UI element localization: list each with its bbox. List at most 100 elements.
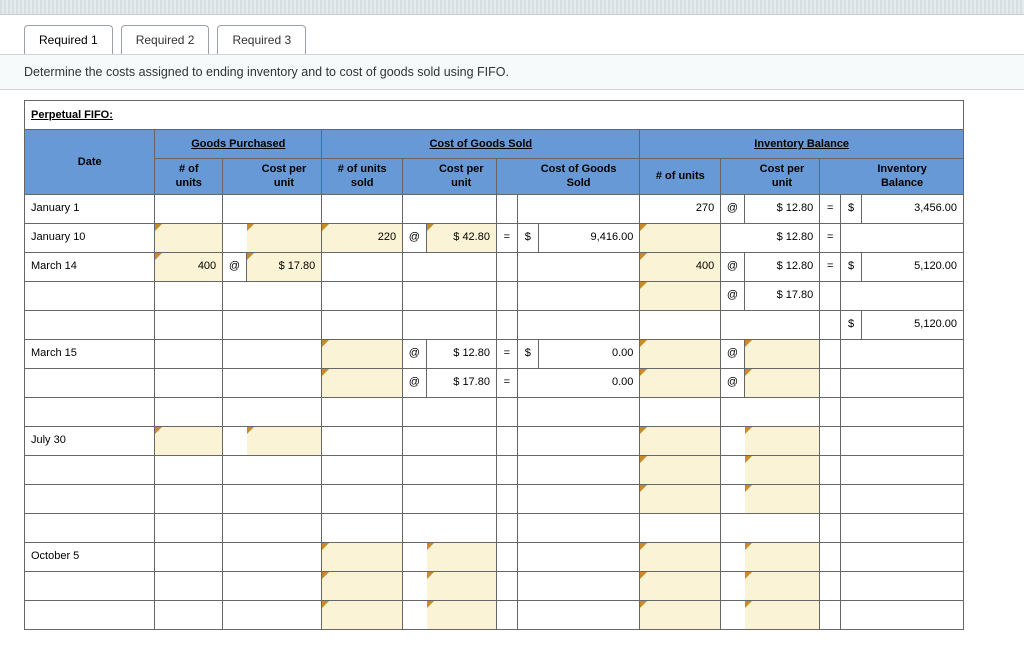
inv-cost-input[interactable] (744, 339, 820, 368)
cogs-cost: $ 12.80 (426, 339, 496, 368)
inv-units-input[interactable] (640, 426, 721, 455)
inv-units-input[interactable] (640, 339, 721, 368)
inv-balance: 5,120.00 (862, 252, 964, 281)
cogs-cost-input[interactable]: $ 42.80 (426, 223, 496, 252)
row-jul30: July 30 (25, 426, 964, 455)
eq-symbol: = (820, 252, 841, 281)
inv-units-input[interactable] (640, 223, 721, 252)
inv-cost: $ 12.80 (744, 194, 820, 223)
inv-cost-input[interactable] (744, 484, 820, 513)
cogs-cost-input[interactable] (426, 571, 496, 600)
gp-units-input[interactable] (155, 426, 223, 455)
tab-required-1[interactable]: Required 1 (24, 25, 113, 54)
cogs-total: 0.00 (538, 339, 640, 368)
head-gp-units: # of units (155, 159, 223, 195)
row-mar14: March 14 400 @ $ 17.80 400 @ $ 12.80 = $… (25, 252, 964, 281)
gp-cost-input[interactable] (246, 223, 322, 252)
head-section-cogs: Cost of Goods Sold (322, 130, 640, 159)
head-cogs-total: Cost of Goods Sold (517, 159, 640, 195)
at-symbol: @ (403, 368, 426, 397)
cogs-units-input[interactable]: 220 (322, 223, 403, 252)
eq-symbol: = (496, 223, 517, 252)
dollar-symbol: $ (517, 339, 538, 368)
row-mar14b: @ $ 17.80 (25, 281, 964, 310)
cogs-total: 0.00 (538, 368, 640, 397)
date-cell: October 5 (25, 542, 155, 571)
row-blank-2 (25, 513, 964, 542)
inv-units-input[interactable] (640, 600, 721, 629)
cogs-units-input[interactable] (322, 542, 403, 571)
at-symbol: @ (721, 194, 744, 223)
tab-required-2[interactable]: Required 2 (121, 25, 210, 54)
head-gp-cost: Cost per unit (246, 159, 322, 195)
eq-symbol: = (820, 223, 841, 252)
eq-symbol: = (496, 368, 517, 397)
cogs-total: 9,416.00 (538, 223, 640, 252)
row-oct5b (25, 571, 964, 600)
dollar-symbol: $ (841, 252, 862, 281)
at-symbol: @ (721, 252, 744, 281)
row-jul30b (25, 455, 964, 484)
inv-units-input[interactable] (640, 281, 721, 310)
gp-units-input[interactable]: 400 (155, 252, 223, 281)
row-jul30c (25, 484, 964, 513)
title-row: Perpetual FIFO: (25, 101, 964, 130)
instruction-text: Determine the costs assigned to ending i… (0, 54, 1024, 90)
dollar-symbol: $ (841, 194, 862, 223)
date-cell: January 1 (25, 194, 155, 223)
head-inv-units: # of units (640, 159, 721, 195)
row-mar15a: March 15 @ $ 12.80 = $ 0.00 @ (25, 339, 964, 368)
tab-required-3[interactable]: Required 3 (217, 25, 306, 54)
inv-cost: $ 12.80 (744, 252, 820, 281)
gp-units-input[interactable] (155, 223, 223, 252)
at-symbol: @ (721, 368, 744, 397)
inv-units-input[interactable] (640, 368, 721, 397)
dollar-symbol: $ (517, 223, 538, 252)
row-oct5: October 5 (25, 542, 964, 571)
inv-cost-input[interactable] (744, 368, 820, 397)
inv-balance: 3,456.00 (862, 194, 964, 223)
row-jan10: January 10 220 @ $ 42.80 = $ 9,416.00 $ … (25, 223, 964, 252)
inv-units-input[interactable] (640, 455, 721, 484)
cogs-units-input[interactable] (322, 571, 403, 600)
cogs-cost-input[interactable] (426, 600, 496, 629)
at-symbol: @ (721, 281, 744, 310)
inv-cost-input[interactable] (744, 600, 820, 629)
eq-symbol: = (496, 339, 517, 368)
at-symbol: @ (403, 223, 426, 252)
eq-symbol: = (820, 194, 841, 223)
inv-units-input[interactable]: 400 (640, 252, 721, 281)
cogs-units-input[interactable] (322, 368, 403, 397)
date-cell: March 15 (25, 339, 155, 368)
inv-balance: 5,120.00 (862, 310, 964, 339)
inv-cost-input[interactable] (744, 542, 820, 571)
inv-cost: $ 12.80 (744, 223, 820, 252)
head-inv-bal: Inventory Balance (841, 159, 964, 195)
cogs-cost-input[interactable] (426, 542, 496, 571)
window-stripe (0, 0, 1024, 15)
date-cell: January 10 (25, 223, 155, 252)
head-cogs-cost: Cost per unit (426, 159, 496, 195)
inv-cost-input[interactable] (744, 455, 820, 484)
inv-cost-input[interactable] (744, 426, 820, 455)
head-section-inv: Inventory Balance (640, 130, 964, 159)
inv-cost-input[interactable] (744, 571, 820, 600)
gp-cost-input[interactable]: $ 17.80 (246, 252, 322, 281)
inv-units-input[interactable] (640, 484, 721, 513)
head-inv-cost: Cost per unit (744, 159, 820, 195)
inv-cost: $ 17.80 (744, 281, 820, 310)
head-cogs-units: # of units sold (322, 159, 403, 195)
tab-bar: Required 1 Required 2 Required 3 (0, 15, 1024, 54)
head-section-gp: Goods Purchased (155, 130, 322, 159)
gp-cost-input[interactable] (246, 426, 322, 455)
inv-units-input[interactable] (640, 542, 721, 571)
dollar-symbol: $ (841, 310, 862, 339)
date-cell: July 30 (25, 426, 155, 455)
fifo-table: Perpetual FIFO: Date Goods Purchased Cos… (24, 100, 964, 630)
at-symbol: @ (223, 252, 246, 281)
inv-units-input[interactable] (640, 571, 721, 600)
cogs-units-input[interactable] (322, 339, 403, 368)
cogs-units-input[interactable] (322, 600, 403, 629)
at-symbol: @ (721, 339, 744, 368)
row-jan1: January 1 270 @ $ 12.80 = $ 3,456.00 (25, 194, 964, 223)
